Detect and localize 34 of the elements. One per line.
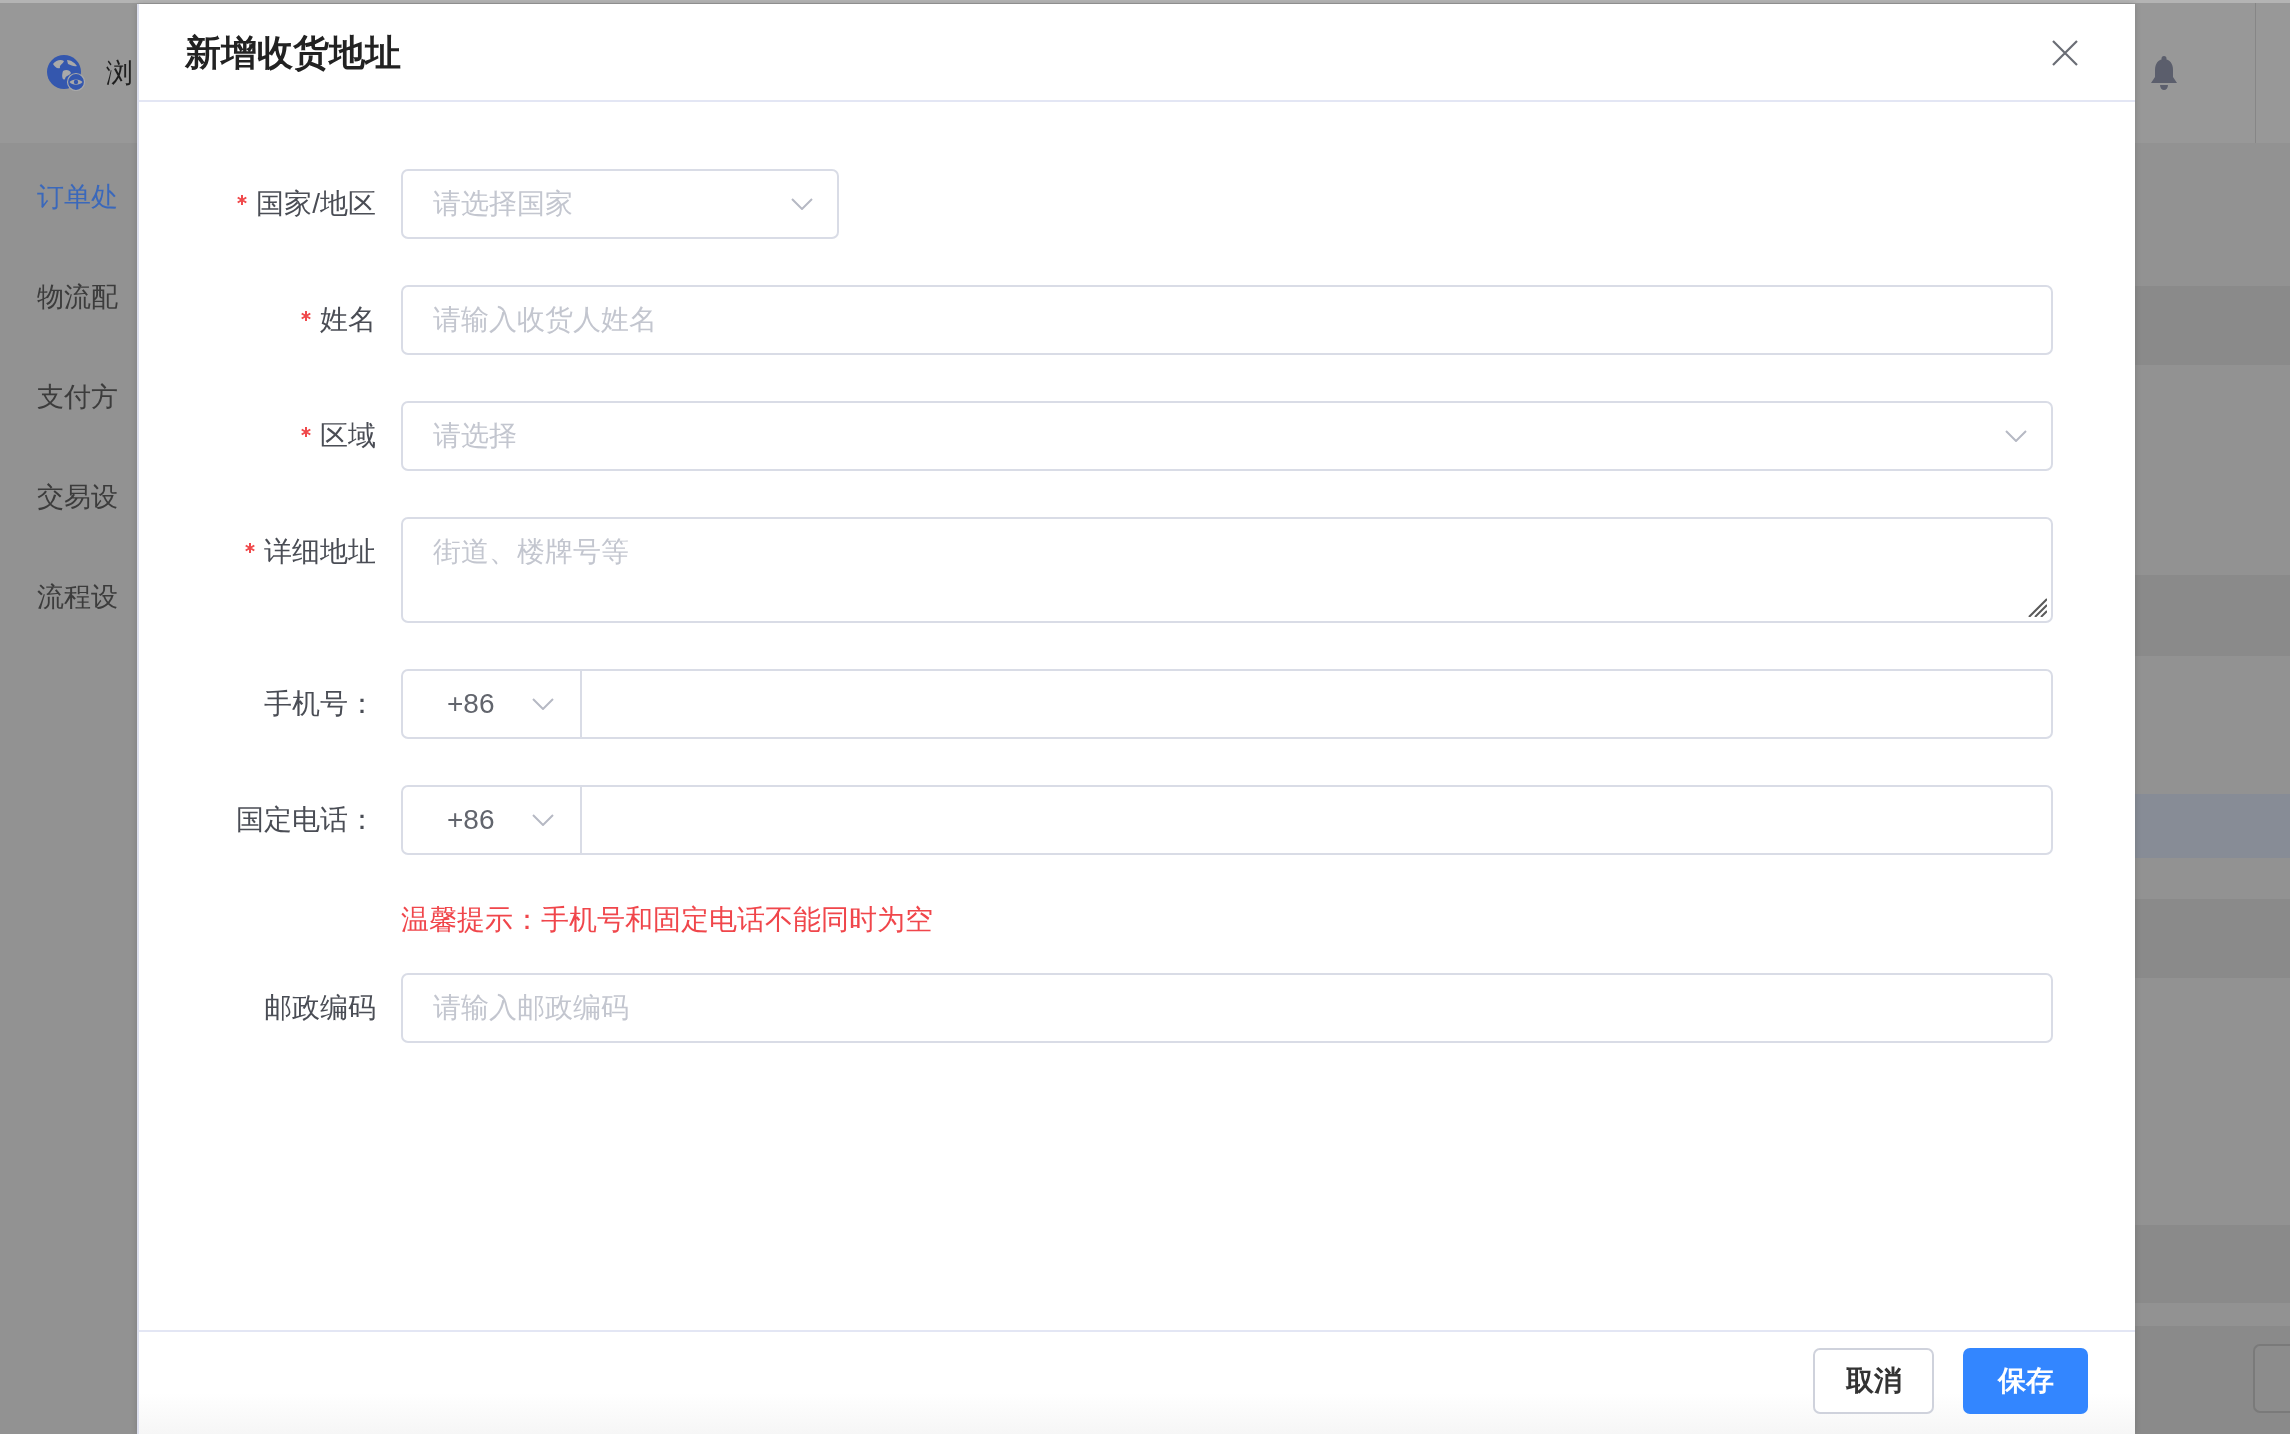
- sidebar-item[interactable]: 物流配: [37, 247, 118, 347]
- close-icon: [2052, 40, 2078, 66]
- cancel-button[interactable]: 取消: [1813, 1348, 1934, 1414]
- sidebar-item[interactable]: 流程设: [37, 547, 118, 647]
- save-button[interactable]: 保存: [1963, 1348, 2088, 1414]
- table-row[interactable]: [2135, 794, 2290, 858]
- field-label: 区域: [320, 419, 376, 453]
- chevron-down-icon: [532, 814, 554, 826]
- table-row[interactable]: [2135, 575, 2290, 656]
- chevron-down-icon: [532, 698, 554, 710]
- field-label: 国定电话：: [236, 803, 376, 837]
- field-label: 详细地址: [264, 535, 376, 569]
- field-label: 邮政编码: [264, 991, 376, 1025]
- table-row[interactable]: [2135, 1225, 2290, 1303]
- field-label: 姓名: [320, 303, 376, 337]
- dialog-title: 新增收货地址: [185, 30, 401, 75]
- field-label: 国家/地区: [256, 187, 376, 221]
- warning-text: 温馨提示：手机号和固定电话不能同时为空: [401, 903, 933, 937]
- sidebar-item[interactable]: 交易设: [37, 447, 118, 547]
- phone-input-field[interactable]: [582, 669, 2053, 739]
- field-label: 手机号：: [264, 687, 376, 721]
- bell-icon[interactable]: [2150, 56, 2178, 90]
- phone-input-field[interactable]: [582, 785, 2053, 855]
- sidebar-item[interactable]: 支付方: [37, 347, 118, 447]
- table-row[interactable]: [2135, 286, 2290, 365]
- close-button[interactable]: [2052, 40, 2078, 66]
- chevron-down-icon: [2005, 430, 2027, 442]
- country-code-select[interactable]: +86: [401, 785, 582, 855]
- country-code-select[interactable]: +86: [401, 669, 582, 739]
- table-row[interactable]: [2135, 899, 2290, 978]
- resize-handle-icon[interactable]: [2027, 597, 2047, 617]
- brand-text: 浏: [106, 57, 133, 90]
- chevron-down-icon: [791, 198, 813, 210]
- globe-icon: [47, 55, 85, 91]
